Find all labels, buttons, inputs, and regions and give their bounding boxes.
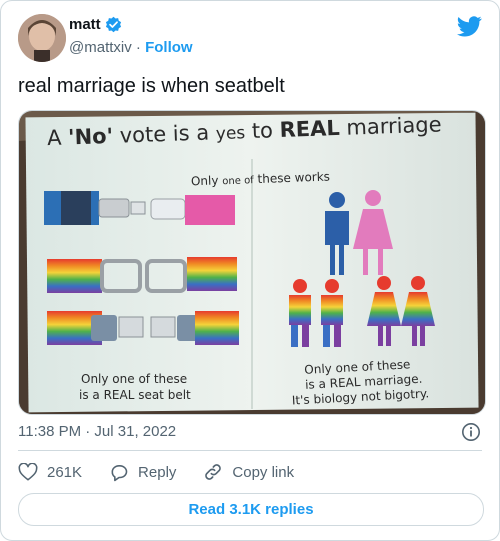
action-bar: 261K Reply Copy link <box>18 462 321 482</box>
info-icon[interactable] <box>461 422 481 447</box>
read-replies-button[interactable]: Read 3.1K replies <box>18 493 484 526</box>
tweet-timestamp[interactable]: 11:38 PM · Jul 31, 2022 <box>18 423 176 440</box>
twitter-logo-icon[interactable] <box>457 16 482 42</box>
left-caption-line1: Only one of these <box>81 372 187 386</box>
reply-label: Reply <box>138 463 177 481</box>
divider <box>18 450 482 451</box>
avatar[interactable] <box>18 14 66 62</box>
reply-button[interactable]: Reply <box>109 463 176 482</box>
tweet-image[interactable]: A 'No' vote is a yes to REAL marriage On… <box>18 110 486 415</box>
link-icon <box>205 464 222 480</box>
tweet-text: real marriage is when seatbelt <box>18 75 285 97</box>
copy-link-button[interactable]: Copy link <box>203 462 294 482</box>
separator-dot: · <box>135 39 141 56</box>
verified-badge-icon <box>105 16 121 33</box>
like-button[interactable]: 261K <box>18 463 82 481</box>
tweet-card: matt @mattxiv · Follow real marriage is … <box>0 0 500 541</box>
copy-link-label: Copy link <box>232 463 295 481</box>
tweet-image-content: A 'No' vote is a yes to REAL marriage On… <box>19 111 485 414</box>
author-name-row[interactable]: matt <box>69 16 122 33</box>
author-handle[interactable]: @mattxiv <box>69 39 132 56</box>
reply-bubble-icon <box>111 464 128 481</box>
avatar-image <box>18 14 66 62</box>
like-count: 261K <box>47 463 83 481</box>
author-name[interactable]: matt <box>69 16 101 33</box>
left-caption-line2: is a REAL seat belt <box>79 388 191 402</box>
author-handle-row: @mattxiv · Follow <box>69 39 193 56</box>
heart-icon <box>18 463 38 481</box>
follow-button[interactable]: Follow <box>145 39 193 56</box>
